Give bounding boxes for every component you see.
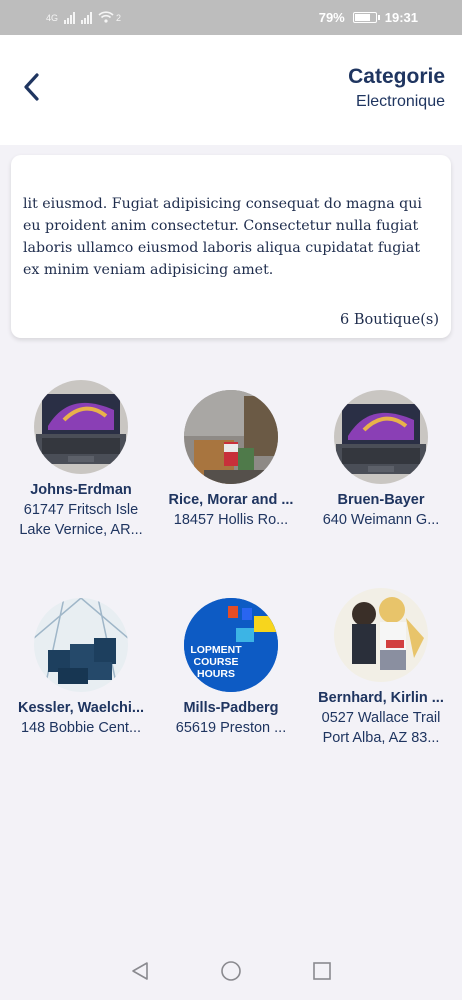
wifi-badge: 2 [116, 12, 122, 23]
page-title: Categorie [348, 65, 445, 88]
chevron-left-icon [24, 73, 39, 101]
shop-address: 61747 Fritsch Isle Lake Vernice, AR... [7, 500, 155, 540]
shop-avatar [334, 588, 428, 682]
shop-address-line1: 148 Bobbie Cent... [20, 720, 142, 736]
shop-avatar: LOPMENT COURSE HOURS [184, 598, 278, 692]
app-header: Categorie Electronique [0, 35, 462, 145]
system-nav-bar [0, 946, 462, 1000]
page-subtitle: Electronique [356, 93, 445, 110]
nav-home-icon[interactable] [220, 960, 242, 987]
shop-address-line1: 65619 Preston ... [175, 720, 287, 736]
hardware-image [34, 598, 128, 692]
signal-2-icon [81, 11, 93, 24]
signal-icon [64, 11, 76, 24]
shop-name: Mills-Padberg [183, 700, 279, 716]
shop-address: 148 Bobbie Cent... [7, 718, 155, 738]
back-button[interactable] [14, 69, 50, 105]
shop-name: Bernhard, Kirlin ... [318, 690, 444, 706]
shop-card[interactable]: Bruen-Bayer 640 Weimann G... [307, 390, 455, 530]
shop-address-line2: Lake Vernice, AR... [19, 522, 143, 538]
shop-address: 65619 Preston ... [157, 718, 305, 738]
battery-percent: 79% [318, 10, 345, 25]
shop-card[interactable]: Bernhard, Kirlin ... 0527 Wallace Trail … [307, 588, 455, 748]
battery-icon [352, 12, 380, 23]
shop-address: 18457 Hollis Ro... [157, 510, 305, 530]
shop-address-line1: 61747 Fritsch Isle [23, 502, 139, 518]
anime-art-image [334, 588, 428, 682]
shop-address-line2: Port Alba, AZ 83... [322, 730, 440, 746]
network-label: 4G [46, 12, 59, 23]
status-left: 4G 2 [46, 10, 121, 26]
header-title-block: Categorie Electronique [348, 65, 445, 111]
shop-card[interactable]: Johns-Erdman 61747 Fritsch Isle Lake Ver… [7, 380, 155, 540]
shop-avatar [34, 380, 128, 474]
shop-name: Kessler, Waelchi... [18, 700, 144, 716]
nav-recents-icon[interactable] [312, 961, 332, 986]
shop-count: 6 Boutique(s) [340, 312, 439, 328]
shop-card[interactable]: Kessler, Waelchi... 148 Bobbie Cent... [7, 598, 155, 738]
course-banner-line2: COURSE [193, 656, 239, 668]
laptop-image [334, 390, 428, 484]
shop-avatar [34, 598, 128, 692]
clock: 19:31 [384, 10, 418, 25]
course-banner-line1: LOPMENT [190, 644, 242, 656]
shop-address-line1: 640 Weimann G... [322, 512, 440, 528]
shop-name: Johns-Erdman [30, 482, 132, 498]
status-right: 79% 19:31 [319, 10, 418, 25]
shop-name: Rice, Morar and ... [168, 492, 294, 508]
shop-avatar [184, 390, 278, 484]
course-banner-text: LOPMENT COURSE HOURS [184, 644, 248, 680]
shop-card[interactable]: LOPMENT COURSE HOURS Mills-Padberg 65619… [157, 598, 305, 738]
course-banner-line3: HOURS [197, 668, 235, 680]
wifi-icon [98, 10, 114, 26]
shop-name: Bruen-Bayer [337, 492, 425, 508]
category-description-card: lit eiusmod. Fugiat adipisicing consequa… [11, 155, 451, 338]
shop-address-line1: 18457 Hollis Ro... [173, 512, 289, 528]
shop-card[interactable]: Rice, Morar and ... 18457 Hollis Ro... [157, 390, 305, 530]
nav-back-icon[interactable] [130, 961, 150, 986]
shop-address: 0527 Wallace Trail Port Alba, AZ 83... [307, 708, 455, 748]
room-photo-image [184, 390, 278, 484]
shop-address: 640 Weimann G... [307, 510, 455, 530]
battery-fill [354, 14, 370, 21]
category-description: lit eiusmod. Fugiat adipisicing consequa… [23, 196, 422, 278]
laptop-image [34, 380, 128, 474]
status-bar: 4G 2 79% 19:31 [0, 0, 462, 35]
shop-avatar [334, 390, 428, 484]
shop-address-line1: 0527 Wallace Trail [321, 710, 441, 726]
